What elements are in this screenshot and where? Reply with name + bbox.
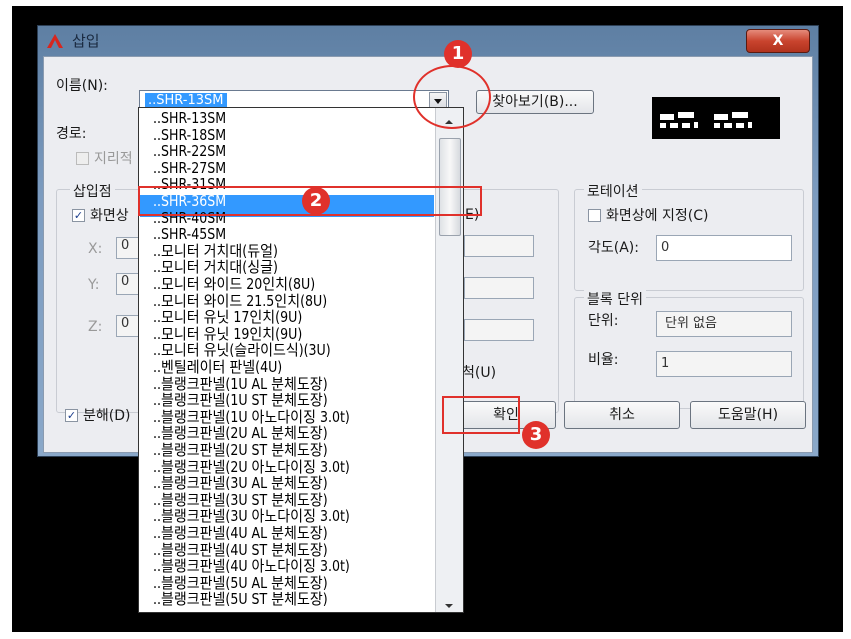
ratio-value: 1 bbox=[656, 351, 792, 377]
angle-input[interactable]: 0 bbox=[656, 235, 792, 261]
dropdown-item[interactable]: ..블랭크판넬(4U 아노다이징 3.0t) bbox=[153, 560, 350, 575]
dropdown-item[interactable]: ..블랭크판넬(1U ST 분체도장) bbox=[153, 394, 328, 409]
highlight-box-3 bbox=[442, 396, 520, 434]
dropdown-item[interactable]: ..블랭크판넬(4U ST 분체도장) bbox=[153, 543, 328, 558]
dropdown-item[interactable]: ..블랭크판넬(2U ST 분체도장) bbox=[153, 444, 328, 459]
dropdown-item[interactable]: ..SHR-13SM bbox=[153, 112, 226, 127]
dropdown-item[interactable]: ..블랭크판넬(3U ST 분체도장) bbox=[153, 493, 328, 508]
dropdown-item[interactable]: ..블랭크판넬(3U 아노다이징 3.0t) bbox=[153, 510, 350, 525]
geo-checkbox[interactable] bbox=[76, 152, 89, 165]
explode-checkbox[interactable]: ✓ bbox=[65, 409, 78, 422]
close-button[interactable]: X bbox=[746, 29, 810, 53]
scale-z-input[interactable] bbox=[464, 319, 534, 341]
angle-label: 각도(A): bbox=[588, 240, 639, 256]
rotation-screen-label: 화면상에 지정(C) bbox=[606, 208, 709, 224]
name-dropdown-list[interactable]: ..SHR-13SM ..SHR-18SM ..SHR-22SM ..SHR-27SM… bbox=[138, 107, 464, 613]
dropdown-item[interactable]: ..블랭크판넬(2U 아노다이징 3.0t) bbox=[153, 460, 350, 475]
dropdown-item[interactable]: ..블랭크판넬(4U AL 분체도장) bbox=[153, 527, 328, 542]
rotation-label: 로테이션 bbox=[584, 181, 642, 201]
browse-button[interactable]: 찾아보기(B)... bbox=[476, 90, 594, 114]
dropdown-item[interactable]: ..블랭크판넬(1U AL 분체도장) bbox=[153, 377, 328, 392]
dropdown-item[interactable]: ..모니터 거치대(싱글) bbox=[153, 261, 278, 276]
block-preview bbox=[652, 97, 780, 139]
insert-point-label: 삽입점 bbox=[70, 181, 115, 201]
scroll-down-icon[interactable] bbox=[442, 596, 456, 615]
dropdown-item[interactable]: ..모니터 거치대(듀얼) bbox=[153, 244, 278, 259]
title-bar[interactable]: 삽입 X bbox=[38, 26, 818, 56]
dropdown-item[interactable]: ..모니터 와이드 21.5인치(8U) bbox=[153, 294, 327, 309]
dropdown-item[interactable]: ..블랭크판넬(2U AL 분체도장) bbox=[153, 427, 328, 442]
dropdown-item[interactable]: ..모니터 와이드 20인치(8U) bbox=[153, 278, 315, 293]
dropdown-item[interactable]: ..벤틸레이터 판넬(4U) bbox=[153, 361, 282, 376]
scale-y-input[interactable] bbox=[464, 277, 534, 299]
dropdown-item[interactable]: ..모니터 유닛 17인치(9U) bbox=[153, 311, 302, 326]
name-combobox-value: ..SHR-13SM bbox=[145, 93, 227, 108]
cancel-button[interactable]: 취소 bbox=[564, 401, 680, 429]
step-badge-1: 1 bbox=[444, 40, 472, 68]
step-badge-2: 2 bbox=[302, 187, 330, 215]
z-label: Z: bbox=[88, 319, 103, 335]
dropdown-item[interactable]: ..SHR-27SM bbox=[153, 161, 226, 176]
uniform-scale-label: 척(U) bbox=[462, 365, 497, 381]
block-unit-label: 블록 단위 bbox=[584, 289, 646, 309]
geo-checkbox-label: 지리적 bbox=[94, 151, 133, 167]
insert-screen-label: 화면상 bbox=[90, 208, 129, 224]
block-preview-icon bbox=[660, 112, 752, 128]
dropdown-item[interactable]: ..블랭크판넬(1U 아노다이징 3.0t) bbox=[153, 410, 350, 425]
dropdown-item[interactable]: ..모니터 유닛(슬라이드식)(3U) bbox=[153, 344, 331, 359]
path-label: 경로: bbox=[56, 126, 87, 142]
dropdown-item[interactable]: ..SHR-45SM bbox=[153, 228, 226, 243]
dropdown-item[interactable]: ..모니터 유닛 19인치(9U) bbox=[153, 327, 302, 342]
help-button[interactable]: 도움말(H) bbox=[690, 401, 806, 429]
scale-x-input[interactable] bbox=[464, 235, 534, 257]
insert-screen-checkbox[interactable]: ✓ bbox=[72, 209, 85, 222]
rotation-screen-checkbox[interactable] bbox=[588, 209, 601, 222]
dialog-title: 삽입 bbox=[72, 32, 100, 50]
dropdown-items: ..SHR-13SM ..SHR-18SM ..SHR-22SM ..SHR-27SM… bbox=[139, 108, 433, 612]
name-label: 이름(N): bbox=[56, 78, 108, 94]
unit-value: 단위 없음 bbox=[656, 311, 792, 337]
unit-label: 단위: bbox=[588, 313, 619, 329]
y-label: Y: bbox=[88, 277, 100, 293]
dropdown-item[interactable]: ..SHR-18SM bbox=[153, 128, 226, 143]
dropdown-item[interactable]: ..블랭크판넬(5U ST 분체도장) bbox=[153, 593, 328, 608]
explode-label: 분해(D) bbox=[83, 408, 131, 424]
ratio-label: 비율: bbox=[588, 352, 619, 368]
dropdown-item[interactable]: ..블랭크판넬(3U AL 분체도장) bbox=[153, 477, 328, 492]
autocad-logo-icon bbox=[46, 33, 64, 49]
highlight-circle-1 bbox=[413, 65, 491, 129]
dropdown-scrollbar[interactable] bbox=[435, 108, 463, 612]
dropdown-item[interactable]: ..블랭크판넬(5U AL 분체도장) bbox=[153, 576, 328, 591]
dropdown-item[interactable]: ..SHR-22SM bbox=[153, 145, 226, 160]
step-badge-3: 3 bbox=[522, 421, 550, 449]
x-label: X: bbox=[88, 241, 103, 257]
